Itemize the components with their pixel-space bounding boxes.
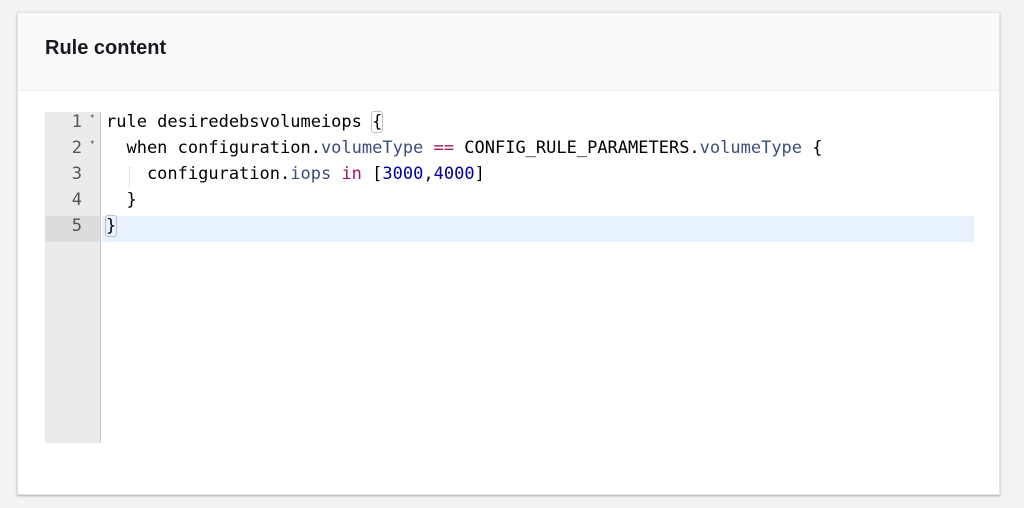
panel-title: Rule content <box>45 37 167 59</box>
line-number-text: 3 <box>71 164 82 184</box>
code-token: volumeType <box>320 138 424 158</box>
code-token: volumeType <box>699 138 803 158</box>
code-token: } <box>106 190 137 210</box>
line-number: 5 <box>45 216 100 242</box>
line-number-text: 1 <box>71 112 82 132</box>
line-number: 1 ▾ <box>45 112 100 138</box>
code-line[interactable]: } <box>102 215 974 242</box>
indent-guide <box>129 167 130 187</box>
line-number: 4 <box>45 190 100 216</box>
code-token: 4000 <box>433 164 475 184</box>
fold-toggle-icon[interactable]: ▾ <box>90 138 95 148</box>
fold-toggle-icon[interactable]: ▾ <box>90 112 95 122</box>
code-editor[interactable]: 1 ▾ 2 ▾ 3 4 5 rule desiredebsvolumeiops { when… <box>45 111 974 443</box>
code-token: } <box>104 215 118 237</box>
code-line[interactable]: } <box>102 190 974 216</box>
code-line[interactable]: configuration.iops in [3000,4000] <box>102 164 974 190</box>
code-token: rule desiredebsvolumeiops <box>106 112 373 132</box>
code-token: when configuration. <box>106 138 321 158</box>
code-token: configuration. <box>106 164 291 184</box>
code-token: == <box>433 138 455 158</box>
panel-header: Rule content <box>18 13 999 91</box>
code-line[interactable]: when configuration.volumeType == CONFIG_… <box>102 138 974 164</box>
code-line[interactable]: rule desiredebsvolumeiops { <box>102 111 974 138</box>
code-area[interactable]: rule desiredebsvolumeiops { when configu… <box>102 111 974 242</box>
code-token: { <box>371 111 384 133</box>
code-token: , <box>423 164 434 184</box>
code-token: iops <box>290 164 332 184</box>
code-token: { <box>802 138 823 158</box>
rule-content-panel: Rule content 1 ▾ 2 ▾ 3 4 5 rule desiredebsvolu… <box>17 12 1000 495</box>
code-token: [ <box>361 164 383 184</box>
code-token: CONFIG_RULE_PARAMETERS. <box>454 138 700 158</box>
code-token: 3000 <box>382 164 424 184</box>
line-number: 3 <box>45 164 100 190</box>
code-token: ] <box>474 164 485 184</box>
code-token: in <box>341 164 362 184</box>
line-number-text: 2 <box>71 138 82 158</box>
line-number-text: 5 <box>71 216 82 236</box>
line-number-text: 4 <box>71 190 82 210</box>
line-number: 2 ▾ <box>45 138 100 164</box>
line-number-gutter: 1 ▾ 2 ▾ 3 4 5 <box>45 112 101 443</box>
